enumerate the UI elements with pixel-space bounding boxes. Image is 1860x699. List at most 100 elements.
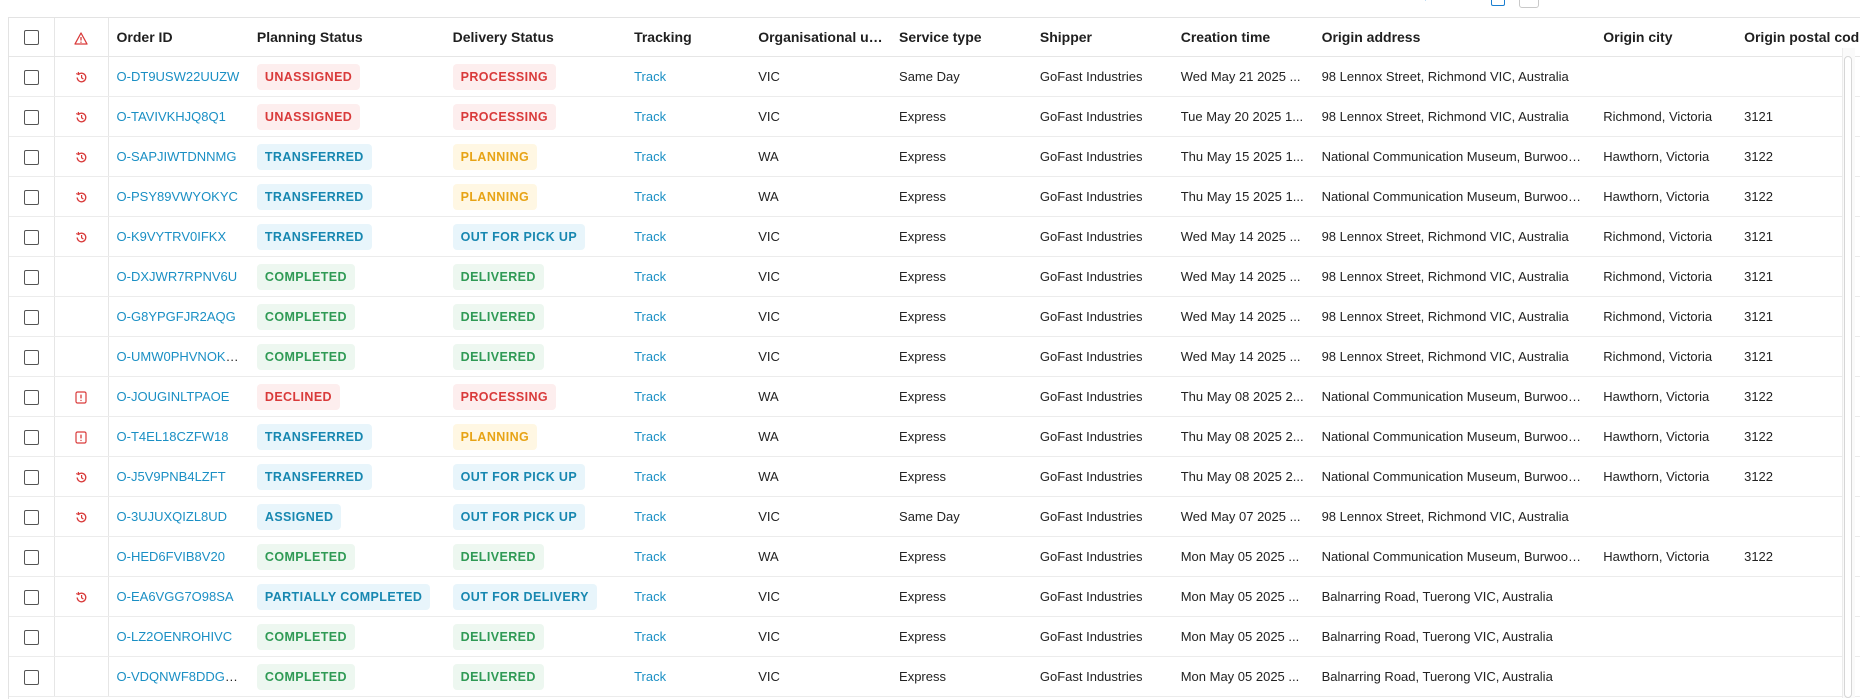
header-planning-status[interactable]: Planning Status <box>248 18 445 57</box>
track-link[interactable]: Track <box>634 629 666 644</box>
track-link[interactable]: Track <box>634 189 666 204</box>
table-row[interactable]: O-3UJUXQIZL8UD ASSIGNED OUT FOR PICK UP Tra… <box>9 496 1860 537</box>
table-row[interactable]: O-LZ2OENROHIVC COMPLETED DELIVERED Track VIC… <box>9 616 1860 657</box>
select-all-checkbox[interactable] <box>23 30 39 46</box>
table-row[interactable]: O-DT9USW22UUZW UNASSIGNED PROCESSING Track V… <box>9 56 1860 97</box>
header-service-type[interactable]: Service type <box>891 18 1032 57</box>
row-checkbox[interactable] <box>23 189 39 205</box>
order-id-link[interactable]: O-3UJUXQIZL8UD <box>117 509 228 524</box>
table-row[interactable]: O-TAVIVKHJQ8Q1 UNASSIGNED PROCESSING Track V… <box>9 96 1860 137</box>
order-id-link[interactable]: O-DT9USW22UUZW <box>117 69 240 84</box>
row-checkbox[interactable] <box>23 389 39 405</box>
row-select-cell[interactable] <box>9 296 55 337</box>
track-link[interactable]: Track <box>634 269 666 284</box>
order-id-link[interactable]: O-T4EL18CZFW18 <box>117 429 229 444</box>
row-select-cell[interactable] <box>9 376 55 417</box>
order-id-link[interactable]: O-HED6FVIB8V20 <box>117 549 225 564</box>
order-id-link[interactable]: O-TAVIVKHJQ8Q1 <box>117 109 226 124</box>
header-order-id[interactable]: Order ID <box>108 18 249 57</box>
row-checkbox[interactable] <box>23 229 39 245</box>
row-checkbox[interactable] <box>23 629 39 645</box>
row-select-cell[interactable] <box>9 216 55 257</box>
row-select-cell[interactable] <box>9 96 55 137</box>
table-row[interactable]: O-PSY89VWYOKYC TRANSFERRED PLANNING Track WA… <box>9 176 1860 217</box>
history-alert-icon[interactable] <box>75 229 88 244</box>
vertical-scrollbar-thumb[interactable] <box>1844 56 1852 698</box>
table-row[interactable]: O-J5V9PNB4LZFT TRANSFERRED OUT FOR PICK UP… <box>9 456 1860 497</box>
table-row[interactable]: O-T4EL18CZFW18 TRANSFERRED PLANNING Track WA… <box>9 416 1860 457</box>
row-select-cell[interactable] <box>9 336 55 377</box>
track-link[interactable]: Track <box>634 429 666 444</box>
order-id-link[interactable]: O-UMW0PHVNOKGG <box>117 349 246 364</box>
row-checkbox[interactable] <box>23 349 39 365</box>
table-row[interactable]: O-VDQNWF8DDGUY COMPLETED DELIVERED Track VIC… <box>9 656 1860 697</box>
header-origin-city[interactable]: Origin city <box>1595 18 1737 57</box>
order-id-link[interactable]: O-PSY89VWYOKYC <box>117 189 238 204</box>
track-link[interactable]: Track <box>634 149 666 164</box>
row-select-cell[interactable] <box>9 256 55 297</box>
row-select-cell[interactable] <box>9 456 55 497</box>
row-select-cell[interactable] <box>9 616 55 657</box>
history-alert-icon[interactable] <box>75 149 88 164</box>
header-organisational-unit[interactable]: Organisational unit <box>750 18 892 57</box>
header-creation-time[interactable]: Creation time <box>1172 18 1314 57</box>
order-id-link[interactable]: O-VDQNWF8DDGUY <box>117 669 243 684</box>
header-delivery-status[interactable]: Delivery Status <box>444 18 627 57</box>
order-id-link[interactable]: O-LZ2OENROHIVC <box>117 629 233 644</box>
order-id-link[interactable]: O-DXJWR7RPNV6U <box>117 269 238 284</box>
table-row[interactable]: O-G8YPGFJR2AQG COMPLETED DELIVERED Track VIC… <box>9 296 1860 337</box>
table-row[interactable]: O-K9VYTRV0IFKX TRANSFERRED OUT FOR PICK UP… <box>9 216 1860 257</box>
history-alert-icon[interactable] <box>75 109 88 124</box>
track-link[interactable]: Track <box>634 309 666 324</box>
track-link[interactable]: Track <box>634 69 666 84</box>
column-settings-button[interactable] <box>1519 0 1539 8</box>
track-link[interactable]: Track <box>634 509 666 524</box>
track-link[interactable]: Track <box>634 669 666 684</box>
refresh-icon[interactable] <box>1418 0 1428 2</box>
row-select-cell[interactable] <box>9 416 55 457</box>
select-all-cell[interactable] <box>9 18 55 57</box>
table-row[interactable]: O-EA6VGG7O98SA PARTIALLY COMPLETED OUT FOR… <box>9 576 1860 617</box>
track-link[interactable]: Track <box>634 469 666 484</box>
history-alert-icon[interactable] <box>75 509 88 524</box>
track-link[interactable]: Track <box>634 549 666 564</box>
table-row[interactable]: O-JOUGINLTPAOE DECLINED PROCESSING Track WA E… <box>9 376 1860 417</box>
exception-alert-icon[interactable] <box>75 389 87 404</box>
table-row[interactable]: O-UMW0PHVNOKGG COMPLETED DELIVERED Track VIC… <box>9 336 1860 377</box>
order-id-link[interactable]: O-EA6VGG7O98SA <box>117 589 234 604</box>
history-alert-icon[interactable] <box>75 69 88 84</box>
exception-alert-icon[interactable] <box>75 429 87 444</box>
row-select-cell[interactable] <box>9 536 55 577</box>
history-alert-icon[interactable] <box>75 589 88 604</box>
row-select-cell[interactable] <box>9 656 55 697</box>
header-tracking[interactable]: Tracking <box>626 18 751 57</box>
row-select-cell[interactable] <box>9 496 55 537</box>
order-id-link[interactable]: O-K9VYTRV0IFKX <box>117 229 227 244</box>
row-checkbox[interactable] <box>23 149 39 165</box>
table-row[interactable]: O-DXJWR7RPNV6U COMPLETED DELIVERED Track VIC… <box>9 256 1860 297</box>
history-alert-icon[interactable] <box>75 189 88 204</box>
order-id-link[interactable]: O-G8YPGFJR2AQG <box>117 309 236 324</box>
row-checkbox[interactable] <box>23 429 39 445</box>
table-row[interactable]: O-HED6FVIB8V20 COMPLETED DELIVERED Track WA E… <box>9 536 1860 577</box>
row-checkbox[interactable] <box>23 669 39 685</box>
track-link[interactable]: Track <box>634 229 666 244</box>
row-select-cell[interactable] <box>9 56 55 97</box>
row-checkbox[interactable] <box>23 469 39 485</box>
track-link[interactable]: Track <box>634 589 666 604</box>
row-checkbox[interactable] <box>23 309 39 325</box>
row-checkbox[interactable] <box>23 269 39 285</box>
order-id-link[interactable]: O-JOUGINLTPAOE <box>117 389 230 404</box>
row-select-cell[interactable] <box>9 176 55 217</box>
row-checkbox[interactable] <box>23 109 39 125</box>
row-checkbox[interactable] <box>23 509 39 525</box>
header-origin-address[interactable]: Origin address <box>1313 18 1596 57</box>
order-id-link[interactable]: O-SAPJIWTDNNMG <box>117 149 237 164</box>
track-link[interactable]: Track <box>634 389 666 404</box>
track-link[interactable]: Track <box>634 109 666 124</box>
order-id-link[interactable]: O-J5V9PNB4LZFT <box>117 469 226 484</box>
row-select-cell[interactable] <box>9 136 55 177</box>
track-link[interactable]: Track <box>634 349 666 364</box>
view-toggle-icon[interactable] <box>1491 0 1505 6</box>
table-row[interactable]: O-SAPJIWTDNNMG TRANSFERRED PLANNING Track WA… <box>9 136 1860 177</box>
